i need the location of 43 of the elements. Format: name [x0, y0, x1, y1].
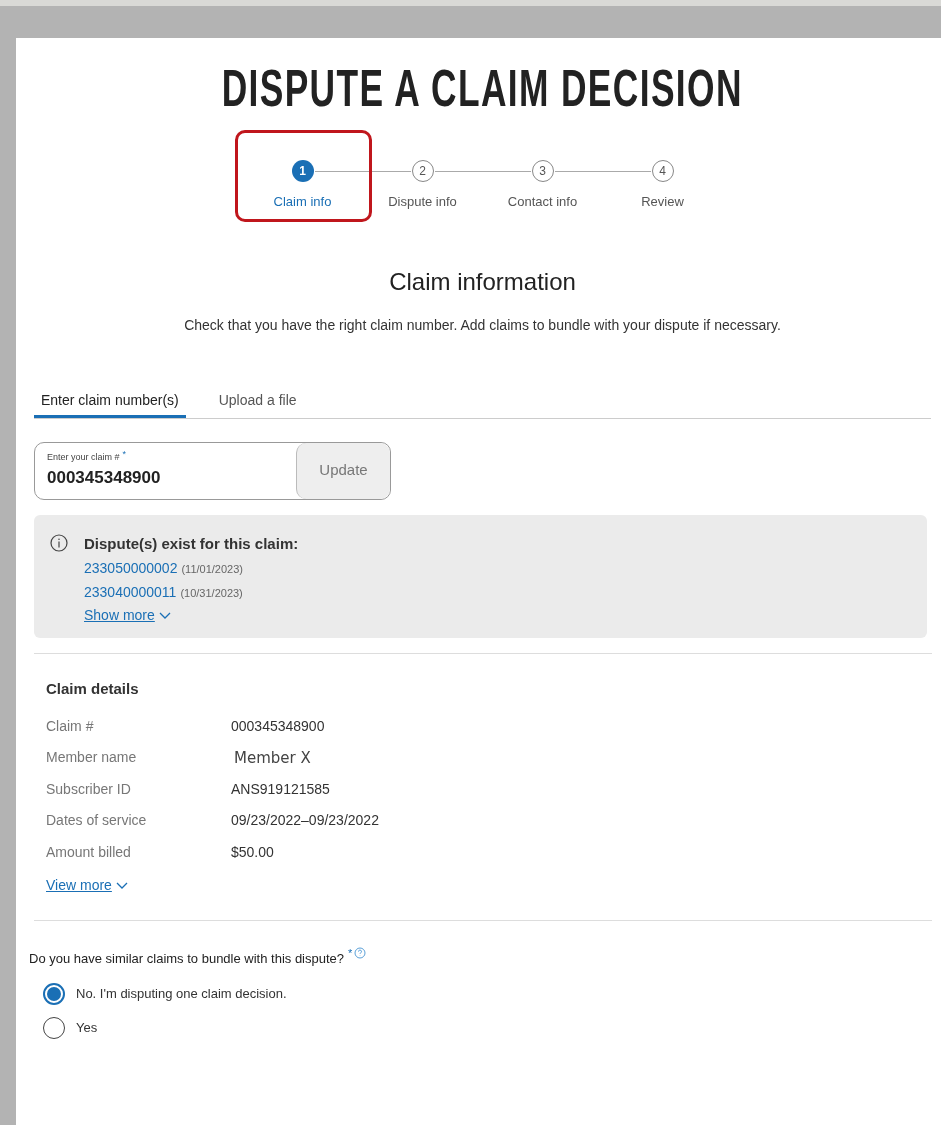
- dispute-link[interactable]: 233050000002: [84, 558, 178, 579]
- detail-value: ANS919121585: [231, 779, 330, 799]
- radio-button[interactable]: [43, 982, 65, 1005]
- dispute-date: (11/01/2023): [181, 562, 243, 577]
- show-more-link[interactable]: Show more: [84, 605, 155, 626]
- field-label: Enter your claim #: [47, 451, 120, 464]
- section-description: Check that you have the right claim number. Add claims to bundle with your dispute if necessary.: [183, 315, 782, 335]
- detail-value: Member X: [234, 747, 311, 769]
- claim-number-field[interactable]: Enter your claim # * 000345348900 Update: [34, 441, 391, 500]
- step-number: 4: [651, 160, 674, 182]
- dispute-date: (10/31/2023): [180, 586, 243, 601]
- dispute-link[interactable]: 233040000011: [84, 582, 177, 603]
- detail-value: $50.00: [231, 842, 274, 862]
- step-label[interactable]: Review: [641, 192, 684, 212]
- step-number: 1: [291, 160, 314, 182]
- tab[interactable]: Upload a file: [211, 389, 304, 418]
- required-mark: *: [122, 448, 127, 461]
- step-label[interactable]: Contact info: [507, 192, 578, 212]
- view-more-link[interactable]: View more: [46, 875, 112, 896]
- detail-value: 000345348900: [231, 716, 325, 736]
- step-number: 2: [411, 160, 434, 182]
- step-number: 3: [531, 160, 554, 182]
- info-icon: [50, 533, 68, 552]
- chevron-down-icon: [158, 611, 171, 620]
- step-label[interactable]: Claim info: [273, 192, 332, 212]
- detail-label: Dates of service: [46, 811, 148, 831]
- section-title: Claim information: [388, 266, 577, 297]
- step-label[interactable]: Dispute info: [388, 192, 457, 212]
- chevron-down-icon: [115, 881, 128, 890]
- detail-label: Claim #: [46, 716, 95, 736]
- detail-label: Member name: [46, 748, 138, 768]
- required-mark: *: [348, 946, 353, 961]
- claim-details-title: Claim details: [46, 679, 140, 699]
- notice-title: Dispute(s) exist for this claim:: [84, 533, 299, 554]
- detail-label: Subscriber ID: [46, 779, 132, 799]
- bundle-question: Do you have similar claims to bundle with this dispute?: [29, 950, 345, 968]
- detail-value: 09/23/2022–09/23/2022: [231, 811, 379, 831]
- detail-label: Amount billed: [46, 842, 132, 862]
- option-label: No. I'm disputing one claim decision.: [76, 984, 287, 1003]
- option-label: Yes: [76, 1018, 98, 1037]
- page-title: DISPUTE A CLAIM DECISION: [221, 58, 744, 119]
- update-button[interactable]: Update: [296, 442, 390, 499]
- tab[interactable]: Enter claim number(s): [34, 389, 186, 418]
